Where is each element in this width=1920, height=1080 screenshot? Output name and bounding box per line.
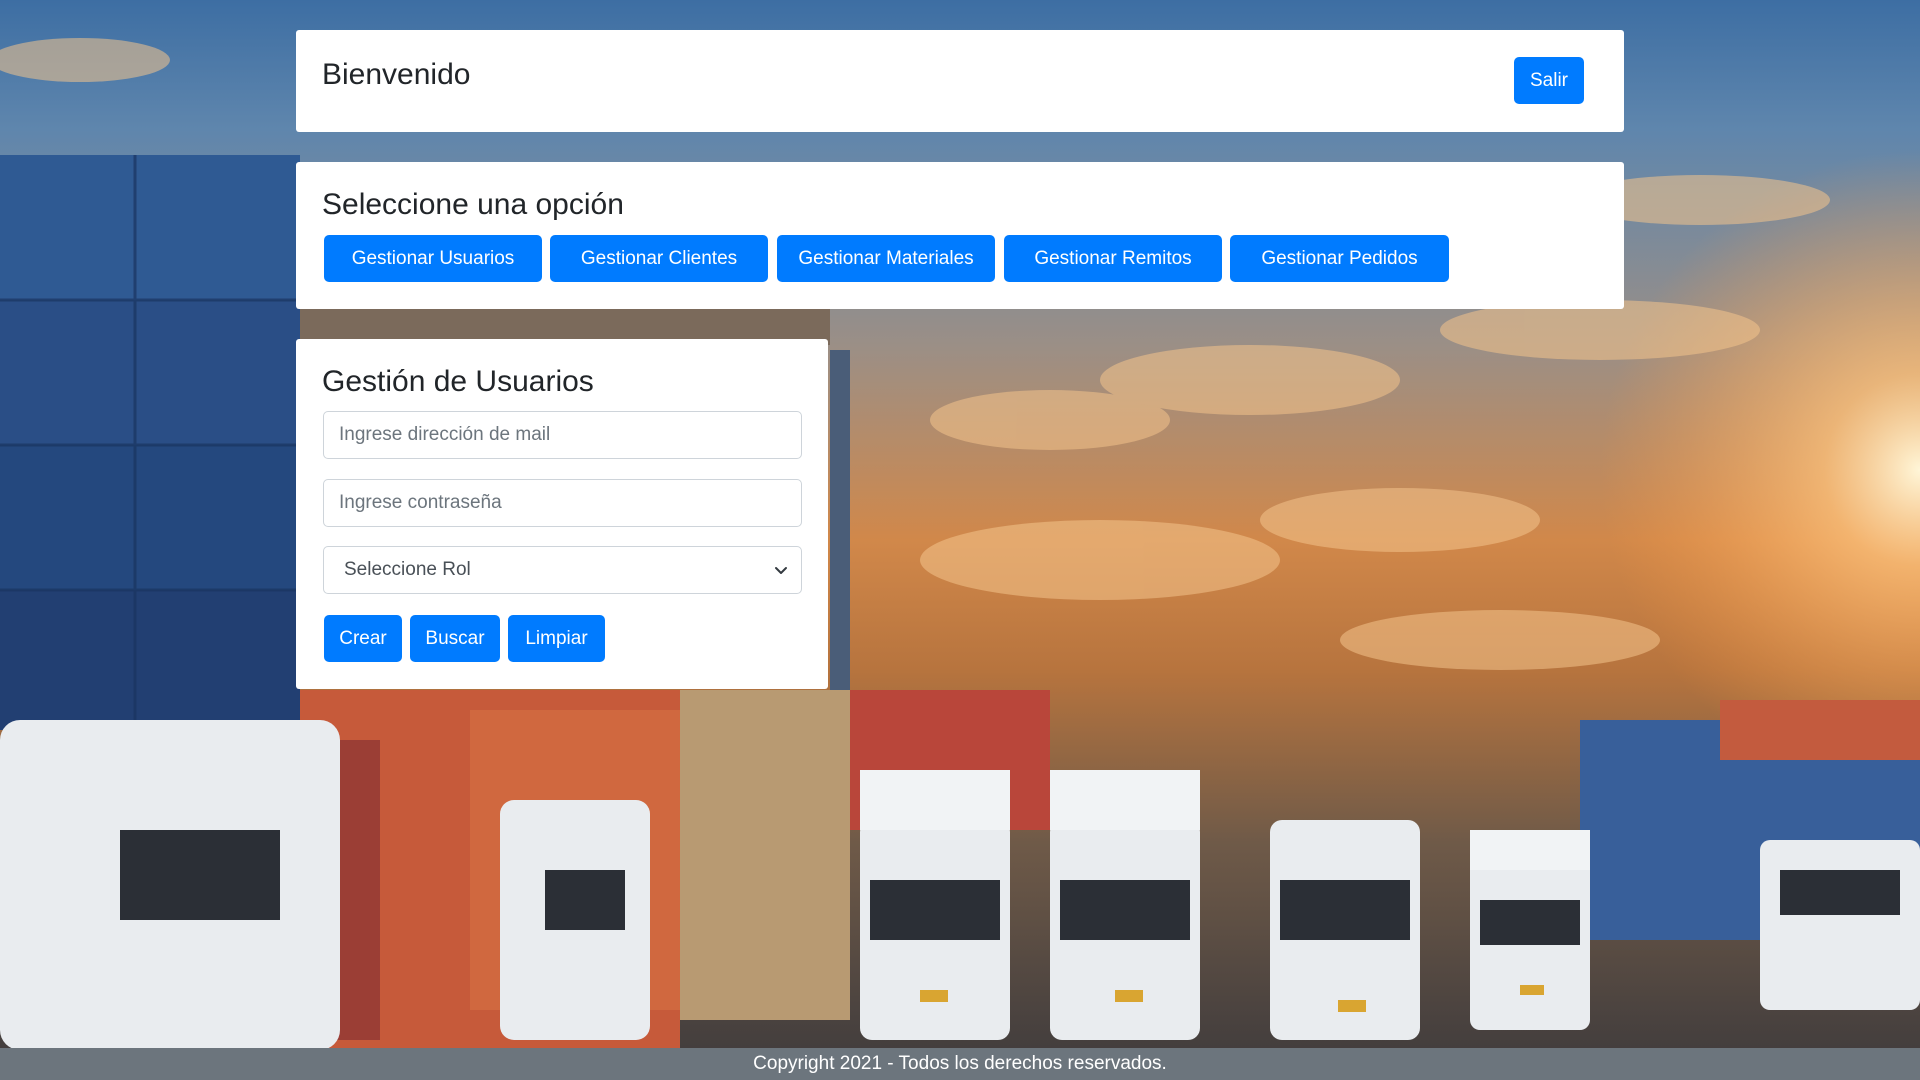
manage-materials-button[interactable]: Gestionar Materiales xyxy=(777,235,995,282)
search-button[interactable]: Buscar xyxy=(410,615,500,662)
clear-button[interactable]: Limpiar xyxy=(508,615,605,662)
chevron-down-icon xyxy=(775,567,787,574)
logout-button[interactable]: Salir xyxy=(1514,57,1584,104)
email-field[interactable] xyxy=(323,411,802,459)
page-title: Bienvenido xyxy=(322,58,471,91)
header-card: Bienvenido Salir xyxy=(296,30,1624,132)
manage-remitos-button[interactable]: Gestionar Remitos xyxy=(1004,235,1222,282)
user-management-card: Gestión de Usuarios Seleccione Rol Crear… xyxy=(296,339,828,689)
password-field[interactable] xyxy=(323,479,802,527)
manage-orders-button[interactable]: Gestionar Pedidos xyxy=(1230,235,1449,282)
manage-users-button[interactable]: Gestionar Usuarios xyxy=(324,235,542,282)
manage-clients-button[interactable]: Gestionar Clientes xyxy=(550,235,768,282)
role-select[interactable]: Seleccione Rol xyxy=(323,546,802,594)
options-title: Seleccione una opción xyxy=(322,188,624,221)
footer: Copyright 2021 - Todos los derechos rese… xyxy=(0,1048,1920,1080)
role-select-value: Seleccione Rol xyxy=(344,559,471,580)
create-button[interactable]: Crear xyxy=(324,615,402,662)
user-management-title: Gestión de Usuarios xyxy=(322,365,594,398)
options-card: Seleccione una opción Gestionar Usuarios… xyxy=(296,162,1624,309)
copyright-text: Copyright 2021 - Todos los derechos rese… xyxy=(753,1053,1167,1074)
